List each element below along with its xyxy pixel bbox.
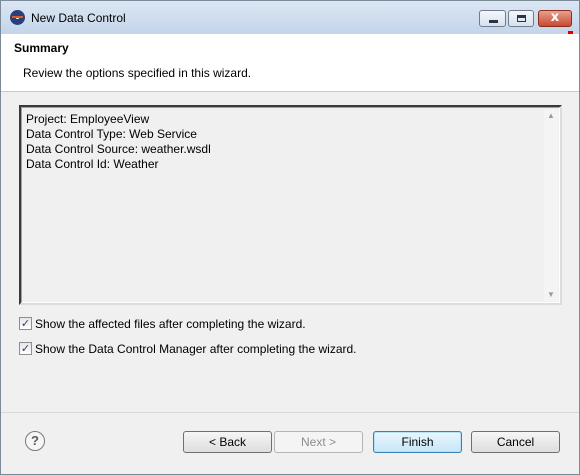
summary-line-id: Data Control Id: Weather — [26, 157, 159, 171]
show-data-control-manager-checkbox[interactable]: ✓ — [19, 342, 32, 355]
title-bar[interactable]: New Data Control x — [1, 1, 579, 34]
help-icon[interactable]: ? — [25, 431, 45, 451]
summary-lines: Project: EmployeeView Data Control Type:… — [26, 112, 211, 172]
eclipse-icon — [10, 10, 25, 25]
maximize-button[interactable] — [508, 10, 534, 27]
minimize-icon — [489, 20, 498, 23]
summary-line-type: Data Control Type: Web Service — [26, 127, 197, 141]
next-button[interactable]: Next > — [274, 431, 363, 453]
scroll-up-icon[interactable]: ▲ — [544, 109, 558, 122]
close-icon: x — [550, 10, 560, 25]
show-affected-files-label[interactable]: Show the affected files after completing… — [35, 317, 306, 331]
summary-textarea[interactable]: Project: EmployeeView Data Control Type:… — [19, 105, 562, 305]
summary-line-project: Project: EmployeeView — [26, 112, 150, 126]
show-data-control-manager-label[interactable]: Show the Data Control Manager after comp… — [35, 342, 357, 356]
finish-button[interactable]: Finish — [373, 431, 462, 453]
scroll-down-icon[interactable]: ▼ — [544, 288, 558, 301]
page-title: Summary — [14, 41, 69, 55]
vertical-scrollbar[interactable]: ▲ ▼ — [544, 109, 558, 301]
cancel-button[interactable]: Cancel — [471, 431, 560, 453]
wizard-header: Summary Review the options specified in … — [1, 34, 579, 92]
wizard-window: New Data Control x Summary Review the op… — [0, 0, 580, 475]
maximize-icon — [517, 15, 526, 22]
footer-divider — [1, 412, 579, 413]
back-button[interactable]: < Back — [183, 431, 272, 453]
close-button[interactable]: x — [538, 10, 572, 27]
show-affected-files-checkbox[interactable]: ✓ — [19, 317, 32, 330]
summary-line-source: Data Control Source: weather.wsdl — [26, 142, 211, 156]
summary-textarea-inner: Project: EmployeeView Data Control Type:… — [21, 107, 560, 303]
page-description: Review the options specified in this wiz… — [23, 66, 252, 80]
minimize-button[interactable] — [479, 10, 506, 27]
window-title: New Data Control — [31, 11, 126, 25]
